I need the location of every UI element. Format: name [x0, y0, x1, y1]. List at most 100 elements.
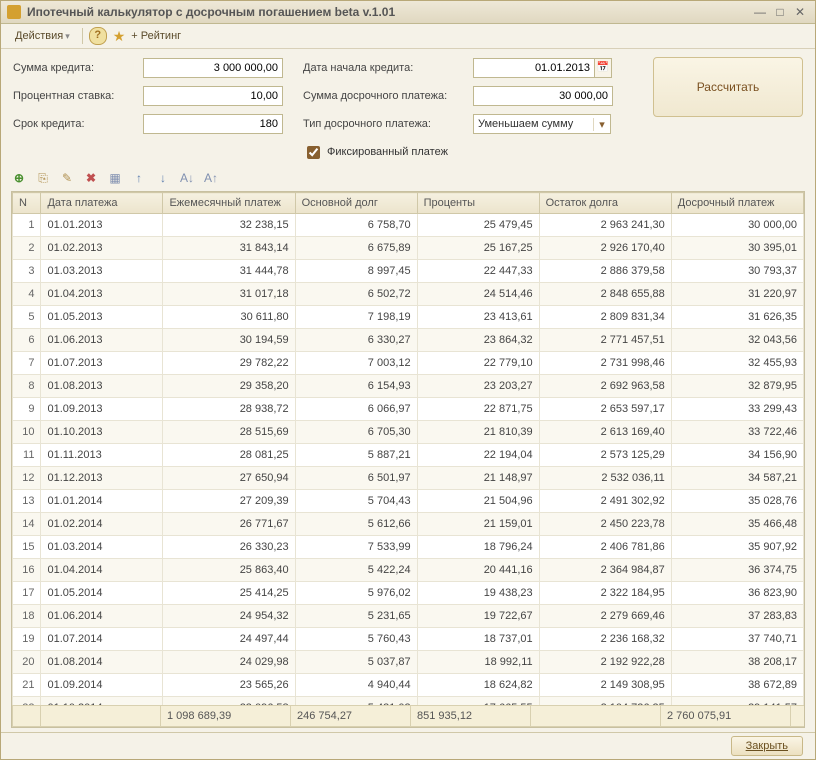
cell-monthly: 27 650,94 [163, 467, 295, 490]
cell-monthly: 29 782,22 [163, 352, 295, 375]
table-row[interactable]: 501.05.201330 611,807 198,1923 413,612 8… [13, 306, 804, 329]
amount-input[interactable] [143, 58, 283, 78]
col-n[interactable]: N [13, 193, 41, 214]
cell-principal: 5 760,43 [295, 628, 417, 651]
cell-n: 1 [13, 214, 41, 237]
cell-monthly: 31 017,18 [163, 283, 295, 306]
table-row[interactable]: 901.09.201328 938,726 066,9722 871,752 6… [13, 398, 804, 421]
term-input[interactable] [143, 114, 283, 134]
total-early: 2 760 075,91 [661, 706, 791, 727]
col-date[interactable]: Дата платежа [41, 193, 163, 214]
rate-input[interactable] [143, 86, 283, 106]
help-icon[interactable]: ? [89, 27, 107, 45]
cell-date: 01.10.2014 [41, 697, 163, 706]
cell-balance: 2 848 655,88 [539, 283, 671, 306]
cell-interest: 17 665,55 [417, 697, 539, 706]
cell-n: 7 [13, 352, 41, 375]
table-row[interactable]: 1901.07.201424 497,445 760,4318 737,012 … [13, 628, 804, 651]
table-scroll[interactable]: N Дата платежа Ежемесячный платеж Основн… [12, 192, 804, 705]
cell-interest: 23 864,32 [417, 329, 539, 352]
col-principal[interactable]: Основной долг [295, 193, 417, 214]
table-row[interactable]: 1201.12.201327 650,946 501,9721 148,972 … [13, 467, 804, 490]
copy-row-icon[interactable]: ⎘ [35, 170, 51, 186]
table-row[interactable]: 601.06.201330 194,596 330,2723 864,322 7… [13, 329, 804, 352]
dropdown-icon[interactable]: ▾ [593, 118, 610, 131]
calculate-button[interactable]: Рассчитать [653, 57, 803, 117]
cell-monthly: 26 771,67 [163, 513, 295, 536]
move-down-icon[interactable]: ↓ [155, 170, 171, 186]
table-row[interactable]: 1601.04.201425 863,405 422,2420 441,162 … [13, 559, 804, 582]
fixed-payment-checkbox[interactable] [307, 146, 320, 159]
table-row[interactable]: 301.03.201331 444,788 997,4522 447,332 8… [13, 260, 804, 283]
cell-interest: 18 796,24 [417, 536, 539, 559]
sort-asc-icon[interactable]: A↓ [179, 170, 195, 186]
table-row[interactable]: 2001.08.201424 029,985 037,8718 992,112 … [13, 651, 804, 674]
table-row[interactable]: 201.02.201331 843,146 675,8925 167,252 9… [13, 237, 804, 260]
add-row-icon[interactable]: ⊕ [11, 170, 27, 186]
cell-early: 37 740,71 [671, 628, 803, 651]
cell-balance: 2 279 669,46 [539, 605, 671, 628]
table-row[interactable]: 2201.10.201423 096,585 431,0317 665,552 … [13, 697, 804, 706]
close-window-button[interactable]: ✕ [791, 5, 809, 19]
maximize-button[interactable]: □ [771, 5, 789, 19]
table-row[interactable]: 1101.11.201328 081,255 887,2122 194,042 … [13, 444, 804, 467]
early-amount-input[interactable] [473, 86, 613, 106]
cell-principal: 6 330,27 [295, 329, 417, 352]
cell-interest: 19 438,23 [417, 582, 539, 605]
edit-row-icon[interactable]: ✎ [59, 170, 75, 186]
sort-desc-icon[interactable]: A↑ [203, 170, 219, 186]
table-row[interactable]: 101.01.201332 238,156 758,7025 479,452 9… [13, 214, 804, 237]
grid-icon[interactable]: ▦ [107, 170, 123, 186]
cell-interest: 22 871,75 [417, 398, 539, 421]
totals-row-table: 1 098 689,39 246 754,27 851 935,12 2 760… [12, 705, 805, 727]
cell-n: 13 [13, 490, 41, 513]
cell-n: 17 [13, 582, 41, 605]
col-monthly[interactable]: Ежемесячный платеж [163, 193, 295, 214]
cell-principal: 4 940,44 [295, 674, 417, 697]
early-type-select[interactable]: Уменьшаем сумму ▾ [473, 114, 611, 134]
col-balance[interactable]: Остаток долга [539, 193, 671, 214]
actions-menu[interactable]: Действия▾ [9, 28, 76, 44]
cell-early: 35 028,76 [671, 490, 803, 513]
col-interest[interactable]: Проценты [417, 193, 539, 214]
delete-row-icon[interactable]: ✖ [83, 170, 99, 186]
footer: Закрыть [1, 732, 815, 759]
table-row[interactable]: 2101.09.201423 565,264 940,4418 624,822 … [13, 674, 804, 697]
col-early[interactable]: Досрочный платеж [671, 193, 803, 214]
cell-interest: 18 624,82 [417, 674, 539, 697]
move-up-icon[interactable]: ↑ [131, 170, 147, 186]
cell-principal: 5 976,02 [295, 582, 417, 605]
table-row[interactable]: 1801.06.201424 954,325 231,6519 722,672 … [13, 605, 804, 628]
cell-balance: 2 364 984,87 [539, 559, 671, 582]
cell-interest: 25 479,45 [417, 214, 539, 237]
table-row[interactable]: 401.04.201331 017,186 502,7224 514,462 8… [13, 283, 804, 306]
cell-balance: 2 963 241,30 [539, 214, 671, 237]
table-row[interactable]: 1701.05.201425 414,255 976,0219 438,232 … [13, 582, 804, 605]
rating-link[interactable]: + Рейтинг [131, 30, 181, 42]
table-row[interactable]: 1501.03.201426 330,237 533,9918 796,242 … [13, 536, 804, 559]
table-row[interactable]: 701.07.201329 782,227 003,1222 779,102 7… [13, 352, 804, 375]
cell-date: 01.01.2013 [41, 214, 163, 237]
table-row[interactable]: 1301.01.201427 209,395 704,4321 504,962 … [13, 490, 804, 513]
cell-principal: 6 066,97 [295, 398, 417, 421]
cell-n: 5 [13, 306, 41, 329]
close-button[interactable]: Закрыть [731, 736, 803, 756]
cell-monthly: 23 565,26 [163, 674, 295, 697]
table-row[interactable]: 1401.02.201426 771,675 612,6621 159,012 … [13, 513, 804, 536]
table-row[interactable]: 1001.10.201328 515,696 705,3021 810,392 … [13, 421, 804, 444]
cell-n: 4 [13, 283, 41, 306]
table-row[interactable]: 801.08.201329 358,206 154,9323 203,272 6… [13, 375, 804, 398]
minimize-button[interactable]: — [751, 5, 769, 19]
cell-n: 21 [13, 674, 41, 697]
cell-early: 39 141,57 [671, 697, 803, 706]
fixed-payment-label: Фиксированный платеж [327, 146, 448, 158]
start-date-input[interactable] [473, 58, 595, 78]
cell-interest: 18 992,11 [417, 651, 539, 674]
calendar-icon[interactable]: 📅 [595, 58, 612, 78]
cell-interest: 21 810,39 [417, 421, 539, 444]
cell-n: 12 [13, 467, 41, 490]
window-title: Ипотечный калькулятор с досрочным погаше… [27, 5, 749, 19]
cell-interest: 24 514,46 [417, 283, 539, 306]
star-icon[interactable]: ★ [113, 28, 126, 45]
cell-balance: 2 926 170,40 [539, 237, 671, 260]
